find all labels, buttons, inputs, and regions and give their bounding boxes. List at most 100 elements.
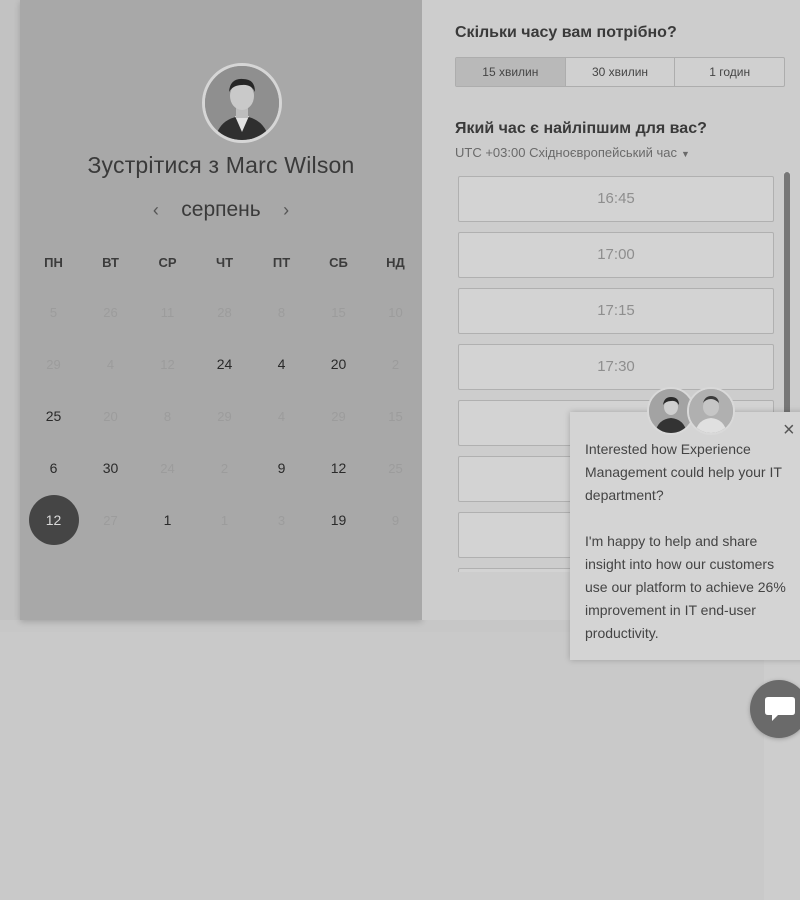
calendar-day-number: 10 bbox=[388, 304, 403, 320]
calendar-day: 11 bbox=[139, 286, 196, 338]
calendar-day-number: 2 bbox=[391, 356, 400, 372]
calendar-day-number: 9 bbox=[277, 460, 286, 476]
calendar-day: 12 bbox=[139, 338, 196, 390]
calendar-day: 10 bbox=[367, 286, 424, 338]
month-navigation: ‹ серпень › bbox=[20, 198, 422, 226]
calendar-day-number: 4 bbox=[277, 356, 286, 372]
calendar-day-number: 12 bbox=[28, 495, 79, 545]
calendar-day-number: 11 bbox=[160, 304, 175, 320]
calendar-day-number: 24 bbox=[160, 460, 175, 476]
time-slot[interactable]: 16:45 bbox=[458, 176, 774, 222]
calendar-day: 4 bbox=[253, 390, 310, 442]
calendar-day-number: 30 bbox=[102, 460, 119, 476]
calendar-day-number: 1 bbox=[220, 512, 229, 528]
calendar-day: 5 bbox=[25, 286, 82, 338]
calendar-day: 2 bbox=[367, 338, 424, 390]
host-calendar-panel: Зустрітися з Marc Wilson ‹ серпень › ПН В… bbox=[20, 0, 422, 620]
month-label: серпень bbox=[181, 198, 261, 221]
timezone-label: UTC +03:00 Східноєвропейський час bbox=[455, 145, 677, 160]
meeting-title: Зустрітися з Marc Wilson bbox=[87, 152, 355, 178]
calendar-day-number: 15 bbox=[331, 304, 346, 320]
calendar-day: 2 bbox=[196, 442, 253, 494]
calendar-day[interactable]: 4 bbox=[253, 338, 310, 390]
weekday-header: СР bbox=[158, 255, 177, 270]
calendar-day: 29 bbox=[310, 390, 367, 442]
agent-avatar bbox=[687, 387, 735, 435]
duration-question: Скільки часу вам потрібно? bbox=[455, 24, 677, 41]
calendar-day-number: 29 bbox=[331, 408, 346, 424]
page-edge bbox=[764, 632, 800, 900]
calendar-day-number: 15 bbox=[388, 408, 403, 424]
weekday-header: ЧТ bbox=[215, 255, 234, 270]
calendar-day-number: 25 bbox=[45, 408, 62, 424]
calendar-day: 8 bbox=[139, 390, 196, 442]
duration-60-button[interactable]: 1 годин bbox=[674, 58, 784, 86]
calendar-day-number: 26 bbox=[103, 304, 118, 320]
close-icon[interactable]: × bbox=[783, 420, 795, 440]
calendar-day: 28 bbox=[196, 286, 253, 338]
host-avatar bbox=[202, 63, 282, 143]
chevron-left-icon[interactable]: ‹ bbox=[147, 200, 165, 221]
calendar-day-selected[interactable]: 12 bbox=[25, 494, 82, 546]
calendar-day-number: 29 bbox=[217, 408, 232, 424]
calendar-day-number: 9 bbox=[391, 512, 400, 528]
chat-bubble-icon bbox=[765, 697, 795, 721]
calendar-day: 20 bbox=[82, 390, 139, 442]
chat-message-body: I'm happy to help and share insight into… bbox=[585, 533, 786, 641]
timezone-dropdown[interactable]: UTC +03:00 Східноєвропейський час ▼ bbox=[455, 145, 690, 160]
calendar-day-number: 5 bbox=[49, 304, 58, 320]
calendar-day-number: 29 bbox=[46, 356, 61, 372]
chat-launcher-button[interactable] bbox=[750, 680, 800, 738]
weekday-header: ПН bbox=[44, 255, 63, 270]
time-question: Який час є найліпшим для вас? bbox=[455, 120, 707, 137]
chat-agent-avatars bbox=[647, 387, 737, 435]
calendar-day: 15 bbox=[310, 286, 367, 338]
calendar-day-number: 25 bbox=[388, 460, 403, 476]
calendar-day-number: 6 bbox=[49, 460, 58, 476]
time-slot[interactable]: 17:30 bbox=[458, 344, 774, 390]
time-slot[interactable]: 17:00 bbox=[458, 232, 774, 278]
calendar-day-number: 3 bbox=[277, 512, 286, 528]
caret-down-icon: ▼ bbox=[680, 149, 690, 159]
calendar-day[interactable]: 9 bbox=[253, 442, 310, 494]
chat-message: Interested how Experience Management cou… bbox=[585, 438, 793, 668]
calendar-day-number: 20 bbox=[103, 408, 118, 424]
page-footer-area bbox=[0, 632, 800, 900]
calendar-day: 9 bbox=[367, 494, 424, 546]
calendar-day[interactable]: 30 bbox=[82, 442, 139, 494]
scrollbar-thumb[interactable] bbox=[784, 172, 790, 422]
calendar-day[interactable]: 12 bbox=[310, 442, 367, 494]
time-slot[interactable]: 17:15 bbox=[458, 288, 774, 334]
calendar-day-number: 4 bbox=[106, 356, 115, 372]
calendar-day[interactable]: 24 bbox=[196, 338, 253, 390]
calendar-day-number: 12 bbox=[160, 356, 175, 372]
calendar-day: 25 bbox=[367, 442, 424, 494]
chat-message-intro: Interested how Experience Management cou… bbox=[585, 441, 782, 503]
calendar-day-number: 24 bbox=[216, 356, 233, 372]
calendar-day-number: 20 bbox=[330, 356, 347, 372]
calendar-day: 29 bbox=[196, 390, 253, 442]
calendar-day: 29 bbox=[25, 338, 82, 390]
calendar-day-number: 28 bbox=[217, 304, 232, 320]
calendar-day-number: 19 bbox=[330, 512, 347, 528]
weekday-header: ПТ bbox=[272, 255, 291, 270]
calendar-day[interactable]: 1 bbox=[139, 494, 196, 546]
calendar-day[interactable]: 20 bbox=[310, 338, 367, 390]
calendar-day: 8 bbox=[253, 286, 310, 338]
calendar-day[interactable]: 25 bbox=[25, 390, 82, 442]
calendar-day: 26 bbox=[82, 286, 139, 338]
calendar-day[interactable]: 19 bbox=[310, 494, 367, 546]
calendar-day-number: 4 bbox=[277, 408, 286, 424]
calendar-day-number: 2 bbox=[220, 460, 229, 476]
weekday-header: СБ bbox=[329, 255, 348, 270]
duration-selector: 15 хвилин 30 хвилин 1 годин bbox=[455, 57, 785, 87]
weekday-header: НД bbox=[386, 255, 405, 270]
calendar-day[interactable]: 6 bbox=[25, 442, 82, 494]
calendar-day-number: 27 bbox=[103, 512, 118, 528]
calendar-day: 1 bbox=[196, 494, 253, 546]
calendar-day: 15 bbox=[367, 390, 424, 442]
chevron-right-icon[interactable]: › bbox=[277, 200, 295, 221]
duration-30-button[interactable]: 30 хвилин bbox=[564, 58, 675, 86]
calendar-grid: ПН ВТ СР ЧТ ПТ СБ НД 5 26 11 28 8 15 10 29 4 12 24 4 20 2 25 2… bbox=[25, 240, 423, 546]
duration-15-button[interactable]: 15 хвилин bbox=[456, 58, 565, 86]
